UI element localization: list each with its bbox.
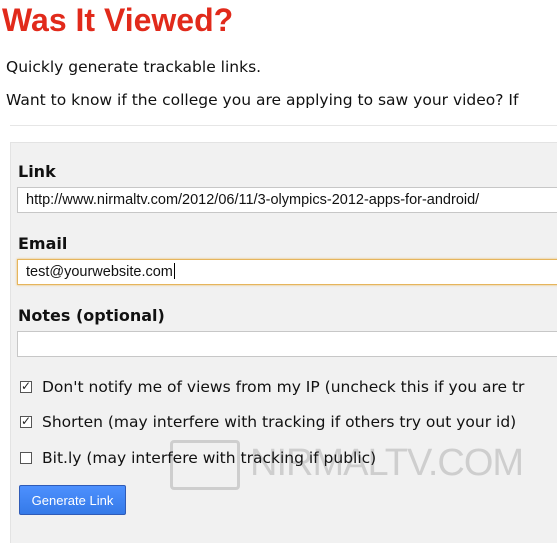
notes-input[interactable] <box>17 331 557 357</box>
subtitle: Quickly generate trackable links. <box>6 58 262 76</box>
ignore-ip-label: Don't notify me of views from my IP (unc… <box>42 378 525 396</box>
shorten-label: Shorten (may interfere with tracking if … <box>42 413 517 431</box>
email-input[interactable]: test@yourwebsite.com <box>17 259 557 285</box>
option-ignore-my-ip[interactable]: ✓ Don't notify me of views from my IP (un… <box>20 378 524 400</box>
divider <box>10 125 557 126</box>
bitly-checkbox[interactable] <box>20 452 32 464</box>
page-title: Was It Viewed? <box>2 2 234 38</box>
email-label: Email <box>18 234 68 253</box>
link-value: http://www.nirmaltv.com/2012/06/11/3-oly… <box>26 192 480 208</box>
shorten-checkbox[interactable]: ✓ <box>20 414 32 428</box>
link-input[interactable]: http://www.nirmaltv.com/2012/06/11/3-oly… <box>17 187 557 213</box>
link-label: Link <box>18 162 56 181</box>
option-shorten[interactable]: ✓ Shorten (may interfere with tracking if… <box>20 413 516 435</box>
email-value: test@yourwebsite.com <box>26 264 173 280</box>
notes-label: Notes (optional) <box>18 306 165 325</box>
bitly-label: Bit.ly (may interfere with tracking if p… <box>42 449 377 467</box>
ignore-ip-checkbox[interactable]: ✓ <box>20 379 32 393</box>
generate-link-button[interactable]: Generate Link <box>19 485 126 515</box>
checkmark-icon: ✓ <box>21 414 32 428</box>
option-bitly[interactable]: Bit.ly (may interfere with tracking if p… <box>20 449 376 471</box>
checkmark-icon: ✓ <box>21 379 32 393</box>
text-caret <box>173 263 175 279</box>
description: Want to know if the college you are appl… <box>6 91 519 109</box>
